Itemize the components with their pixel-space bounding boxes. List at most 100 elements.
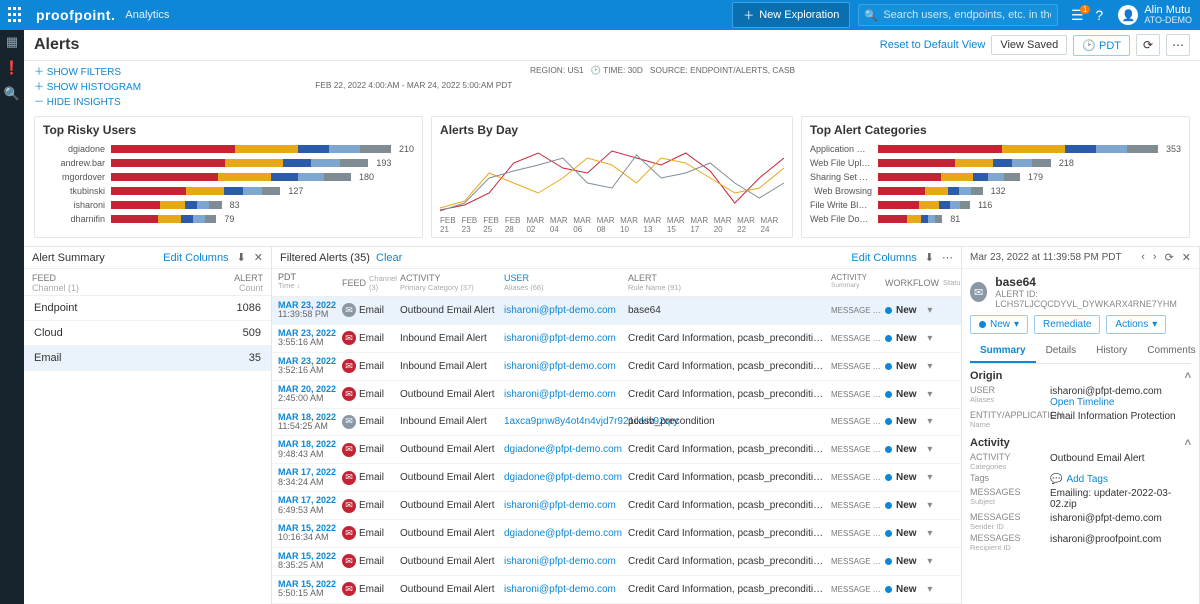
chat-icon: 💬 (1050, 474, 1062, 485)
show-filters-toggle[interactable]: ＋ SHOW FILTERS (34, 63, 121, 78)
row-menu-icon[interactable]: ▾ (927, 305, 932, 316)
apps-icon[interactable] (8, 7, 24, 23)
hide-insights-toggle[interactable]: － HIDE INSIGHTS (34, 93, 121, 108)
bar-row[interactable]: Web File Downloa…81 (810, 213, 1181, 225)
table-row[interactable]: MAR 23, 20223:55:16 AM ✉Email Inbound Em… (272, 325, 961, 353)
alert-icon: ✉ (970, 282, 987, 302)
message-subject: Emailing: updater-2022-03-02.zip (1050, 488, 1191, 510)
add-tags-button[interactable]: 💬Add Tags (1050, 474, 1191, 485)
prev-icon[interactable]: ‹ (1141, 251, 1145, 264)
bar-row[interactable]: dharnifin79 (43, 213, 414, 225)
time-label: TIME: 30D (603, 65, 643, 75)
row-menu-icon[interactable]: ▾ (927, 472, 932, 483)
summary-row[interactable]: Email35 (24, 346, 271, 371)
alerts-by-day-card: Alerts By Day FEB 21FEB 23FEB 25FEB 28MA… (431, 116, 793, 238)
refresh-icon[interactable]: ⟳ (1136, 34, 1160, 56)
table-row[interactable]: MAR 17, 20228:34:24 AM ✉Email Outbound E… (272, 464, 961, 492)
bar-row[interactable]: isharoni83 (43, 199, 414, 211)
help-icon[interactable]: ? (1088, 7, 1110, 23)
message-recipient: isharoni@proofpoint.com (1050, 534, 1191, 552)
table-row[interactable]: MAR 23, 202211:39:58 PM ✉Email Outbound … (272, 297, 961, 325)
date-range: FEB 22, 2022 4:00:AM - MAR 24, 2022 5:00… (315, 80, 512, 90)
more-icon[interactable]: ⋯ (1166, 34, 1190, 56)
table-row[interactable]: MAR 15, 20228:35:25 AM ✉Email Outbound E… (272, 548, 961, 576)
email-icon: ✉ (342, 526, 356, 540)
bar-row[interactable]: Application Use353 (810, 143, 1181, 155)
table-row[interactable]: MAR 15, 20225:50:15 AM ✉Email Outbound E… (272, 576, 961, 604)
notifications-icon[interactable]: ☰1 (1066, 7, 1088, 24)
edit-columns-link[interactable]: Edit Columns (163, 252, 228, 264)
top-alert-categories-card: Top Alert Categories Application Use353W… (801, 116, 1190, 238)
tab-summary[interactable]: Summary (970, 340, 1036, 363)
email-icon: ✉ (342, 554, 356, 568)
bar-row[interactable]: File Write Block…116 (810, 199, 1181, 211)
download-icon[interactable]: ⬇ (237, 251, 246, 264)
origin-heading: Origin (970, 370, 1002, 382)
summary-row[interactable]: Endpoint1086 (24, 296, 271, 321)
bar-row[interactable]: dgiadone210 (43, 143, 414, 155)
row-menu-icon[interactable]: ▾ (927, 389, 932, 400)
row-menu-icon[interactable]: ▾ (927, 361, 932, 372)
close-icon[interactable]: ✕ (254, 251, 263, 264)
table-row[interactable]: MAR 23, 20223:52:16 AM ✉Email Inbound Em… (272, 353, 961, 381)
new-exploration-button[interactable]: ＋New Exploration (732, 2, 850, 28)
alert-summary-title: Alert Summary (32, 252, 105, 264)
more-icon[interactable]: ⋯ (942, 251, 953, 264)
bar-row[interactable]: Sharing Set Aler…179 (810, 171, 1181, 183)
tab-history[interactable]: History (1086, 340, 1137, 363)
row-menu-icon[interactable]: ▾ (927, 333, 932, 344)
chevron-down-icon: ▾ (1152, 319, 1157, 330)
row-menu-icon[interactable]: ▾ (927, 556, 932, 567)
table-row[interactable]: MAR 15, 202210:16:34 AM ✉Email Outbound … (272, 520, 961, 548)
clear-filter-link[interactable]: Clear (376, 252, 402, 264)
region-label: REGION: US1 (530, 65, 584, 75)
collapse-icon[interactable]: ˄ (1185, 437, 1191, 449)
alert-id: ALERT ID: LCHS7LJCQCDYVL_DYWKARX4RNE7YHM (995, 289, 1191, 309)
bar-row[interactable]: tkubinski127 (43, 185, 414, 197)
user-menu[interactable]: 👤 Alin Mutu ATO-DEMO (1118, 5, 1192, 25)
table-row[interactable]: MAR 20, 20222:45:00 AM ✉Email Outbound E… (272, 381, 961, 409)
email-icon: ✉ (342, 415, 356, 429)
actions-menu[interactable]: Actions ▾ (1106, 315, 1166, 334)
bar-row[interactable]: andrew.bar193 (43, 157, 414, 169)
bar-row[interactable]: Web Browsing132 (810, 185, 1181, 197)
view-saved-button[interactable]: View Saved (991, 35, 1067, 55)
collapse-icon[interactable]: ˄ (1185, 370, 1191, 382)
chevron-down-icon: ▾ (1014, 319, 1019, 330)
bar-row[interactable]: mgordover180 (43, 171, 414, 183)
global-search-input[interactable] (858, 4, 1058, 26)
row-menu-icon[interactable]: ▾ (927, 416, 932, 427)
email-icon: ✉ (342, 443, 356, 457)
next-icon[interactable]: › (1153, 251, 1157, 264)
remediate-button[interactable]: Remediate (1034, 315, 1100, 334)
tab-comments[interactable]: Comments (1137, 340, 1199, 363)
download-icon[interactable]: ⬇ (925, 251, 934, 264)
open-timeline-link[interactable]: Open Timeline (1050, 397, 1114, 408)
table-row[interactable]: MAR 18, 20229:48:43 AM ✉Email Outbound E… (272, 436, 961, 464)
activity-heading: Activity (970, 437, 1010, 449)
bar-row[interactable]: Web File Upload218 (810, 157, 1181, 169)
rail-explore-icon[interactable]: 🔍 (4, 86, 20, 102)
status-select[interactable]: New ▾ (970, 315, 1028, 334)
card-title: Top Risky Users (43, 123, 414, 137)
close-icon[interactable]: ✕ (1182, 251, 1191, 264)
rail-alert-icon[interactable]: ❗ (4, 60, 20, 76)
row-menu-icon[interactable]: ▾ (927, 444, 932, 455)
show-histogram-toggle[interactable]: ＋ SHOW HISTOGRAM (34, 78, 141, 93)
timezone-button[interactable]: 🕑 PDT (1073, 35, 1130, 56)
summary-row[interactable]: Cloud509 (24, 321, 271, 346)
rail-dashboard-icon[interactable]: ▦ (6, 34, 18, 50)
row-menu-icon[interactable]: ▾ (927, 584, 932, 595)
reset-view-link[interactable]: Reset to Default View (880, 39, 986, 51)
user-avatar-icon: 👤 (1118, 5, 1138, 25)
filtered-alerts-title: Filtered Alerts (35) (280, 252, 370, 264)
tab-details[interactable]: Details (1036, 340, 1087, 363)
row-menu-icon[interactable]: ▾ (927, 500, 932, 511)
table-row[interactable]: MAR 17, 20226:49:53 AM ✉Email Outbound E… (272, 492, 961, 520)
edit-columns-link[interactable]: Edit Columns (851, 252, 916, 264)
refresh-icon[interactable]: ⟳ (1165, 251, 1174, 264)
email-icon: ✉ (342, 331, 356, 345)
table-row[interactable]: MAR 18, 202211:54:25 AM ✉Email Inbound E… (272, 409, 961, 437)
row-menu-icon[interactable]: ▾ (927, 528, 932, 539)
email-icon: ✉ (342, 387, 356, 401)
